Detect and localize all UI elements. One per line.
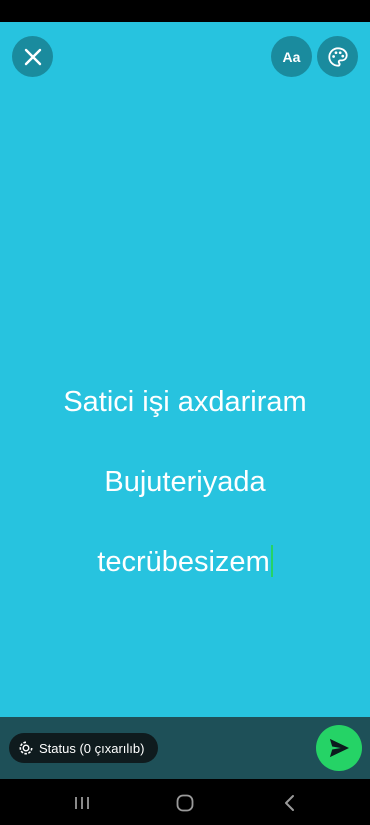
- home-button[interactable]: [171, 789, 199, 817]
- recent-apps-button[interactable]: [68, 789, 96, 817]
- status-text-input[interactable]: Satici işi axdariram Bujuteriyada tecrüb…: [20, 342, 350, 622]
- text-line: tecrübesizem: [97, 546, 270, 578]
- send-button[interactable]: [316, 725, 362, 771]
- recent-apps-icon: [75, 797, 89, 809]
- status-ring-icon: [19, 741, 33, 755]
- home-icon: [176, 794, 194, 812]
- color-palette-button[interactable]: [317, 36, 358, 77]
- font-button-label: Aa: [282, 48, 301, 65]
- text-line: Satici işi axdariram: [63, 386, 307, 418]
- status-text-canvas[interactable]: Aa Satici işi axdariram Bujuteriyada tec…: [0, 22, 370, 717]
- close-button[interactable]: [12, 36, 53, 77]
- close-icon: [24, 48, 41, 65]
- system-navigation-bar: [0, 779, 370, 825]
- text-caret: [270, 545, 273, 577]
- palette-icon: [327, 46, 348, 67]
- back-icon: [285, 795, 294, 811]
- text-line: Bujuteriyada: [104, 466, 266, 498]
- send-icon: [329, 738, 349, 758]
- font-style-button[interactable]: Aa: [271, 36, 312, 77]
- status-audience-button[interactable]: Status (0 çıxarılıb): [9, 733, 159, 763]
- status-audience-label: Status (0 çıxarılıb): [39, 740, 145, 756]
- composer-footer: Status (0 çıxarılıb): [0, 717, 370, 779]
- back-button[interactable]: [276, 789, 304, 817]
- text-line-last: tecrübesizem: [20, 542, 350, 582]
- system-status-bar: [0, 0, 370, 22]
